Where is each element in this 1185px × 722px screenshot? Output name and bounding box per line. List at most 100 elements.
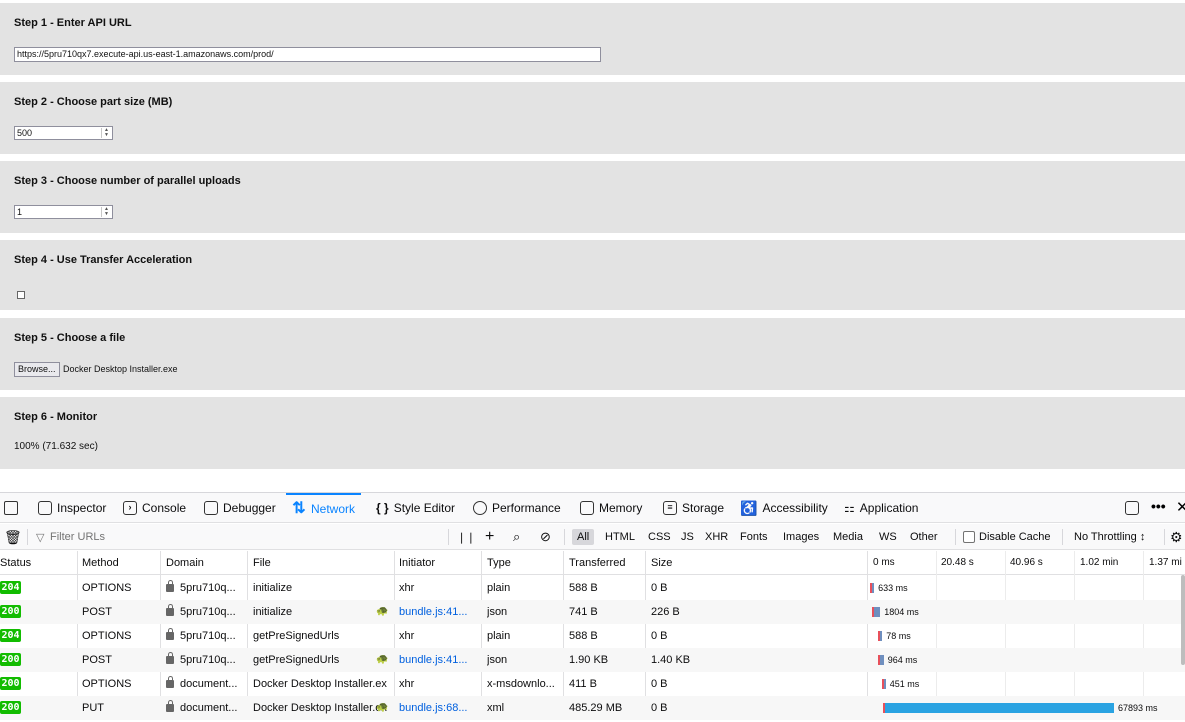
tab-storage[interactable]: ≡ Storage (663, 493, 724, 523)
col-initiator[interactable]: Initiator (399, 551, 435, 575)
tab-network[interactable]: ⇅ Network (286, 493, 362, 523)
plus-icon[interactable]: + (485, 524, 494, 550)
method-cell: POST (82, 654, 112, 666)
element-picker-icon[interactable] (4, 501, 18, 515)
tab-label: Storage (682, 501, 725, 515)
throttling-select[interactable]: No Throttling ↕ (1074, 524, 1145, 550)
initiator-cell[interactable]: bundle.js:41... (399, 600, 479, 624)
devtools-tabbar: Inspector › Console Debugger ⇅ Network {… (0, 493, 1185, 523)
spinner-arrows-icon[interactable]: ▲ ▼ (101, 128, 111, 138)
col-type[interactable]: Type (487, 551, 511, 575)
method-cell: OPTIONS (82, 678, 132, 690)
type-label: JS (681, 531, 694, 543)
tab-debugger[interactable]: Debugger (204, 493, 276, 523)
waterfall-timing-bar (885, 703, 1114, 713)
waterfall-timing-bar (883, 679, 886, 689)
filter-type-html[interactable]: HTML (600, 524, 640, 550)
search-icon[interactable]: ⌕ (513, 524, 520, 550)
filter-icon: ▽ (36, 531, 45, 544)
tab-label: Console (142, 501, 187, 515)
filter-urls-input[interactable]: Filter URLs (50, 524, 440, 550)
initiator-cell[interactable]: bundle.js:41... (399, 648, 479, 672)
size-cell: 226 B (651, 606, 680, 618)
more-options-icon[interactable]: ••• (1151, 498, 1166, 514)
tab-performance[interactable]: Performance (473, 493, 561, 523)
col-domain[interactable]: Domain (166, 551, 204, 575)
step-3-panel: Step 3 - Choose number of parallel uploa… (0, 161, 1185, 233)
method-cell: POST (82, 606, 112, 618)
status-badge: 200 (0, 701, 21, 714)
transfer-acceleration-checkbox[interactable] (17, 291, 25, 299)
tab-label: Application (859, 501, 919, 515)
table-row[interactable]: 204 OPTIONS 5pru710q... initialize xhr plain 5… (0, 576, 1185, 600)
type-cell: json (487, 606, 508, 618)
table-row[interactable]: 200 POST 5pru710q... initialize 🐢 bundle.js:4… (0, 600, 1185, 624)
table-row[interactable]: 200 POST 5pru710q... getPreSignedUrls 🐢 bundl… (0, 648, 1185, 672)
browse-button[interactable]: Browse... (14, 362, 60, 377)
tab-label: Debugger (223, 501, 276, 515)
col-transferred[interactable]: Transferred (569, 551, 625, 575)
spinner-arrows-icon[interactable]: ▲ ▼ (101, 207, 111, 217)
braces-icon: { } (376, 501, 389, 515)
method-cell: OPTIONS (82, 630, 132, 642)
close-icon[interactable]: ✕ (1176, 498, 1185, 516)
tab-memory[interactable]: Memory (580, 493, 642, 523)
file-cell: initialize (253, 606, 293, 618)
pause-icon[interactable]: ❘❘ (457, 524, 475, 550)
type-cell: plain (487, 582, 511, 594)
filter-type-fonts[interactable]: Fonts (735, 524, 773, 550)
filter-type-media[interactable]: Media (828, 524, 868, 550)
trash-icon[interactable]: 🗑 (4, 524, 22, 550)
console-icon: › (123, 501, 137, 515)
tab-console[interactable]: › Console (123, 493, 186, 523)
tab-accessibility[interactable]: ♿ Accessibility (740, 493, 828, 523)
debugger-icon (204, 501, 218, 515)
gear-icon[interactable]: ⚙ (1170, 524, 1183, 550)
type-cell: x-msdownlo... (487, 678, 555, 690)
devtools-panel: Inspector › Console Debugger ⇅ Network {… (0, 492, 1185, 722)
initiator-cell: xhr (399, 630, 415, 642)
status-badge: 200 (0, 605, 21, 618)
part-size-input[interactable]: 500 ▲ ▼ (14, 126, 113, 140)
filter-type-js[interactable]: JS (676, 524, 699, 550)
type-label: XHR (705, 531, 729, 543)
disable-cache-checkbox[interactable]: Disable Cache (963, 524, 1051, 550)
filter-type-css[interactable]: CSS (643, 524, 676, 550)
status-badge: 204 (0, 581, 21, 594)
col-size[interactable]: Size (651, 551, 672, 575)
dock-toggle-icon[interactable] (1125, 501, 1139, 515)
domain-text: document... (180, 678, 238, 690)
network-toolbar: 🗑 ▽ Filter URLs ❘❘ + ⌕ ⊘ All HTML CSS JS… (0, 524, 1185, 550)
file-cell: getPreSignedUrls (253, 630, 340, 642)
table-row[interactable]: 204 OPTIONS 5pru710q... getPreSignedUrls xhr… (0, 624, 1185, 648)
table-row[interactable]: 200 OPTIONS document... Docker Desktop Inst… (0, 672, 1185, 696)
tab-application[interactable]: ⚏ Application (844, 493, 918, 523)
parallel-uploads-input[interactable]: 1 ▲ ▼ (14, 205, 113, 219)
type-label: CSS (648, 531, 671, 543)
initiator-cell: xhr (399, 678, 415, 690)
api-url-input[interactable]: https://5pru710qx7.execute-api.us-east-1… (14, 47, 601, 62)
tab-inspector[interactable]: Inspector (38, 493, 106, 523)
col-file[interactable]: File (253, 551, 271, 575)
domain-cell: 5pru710q... (166, 648, 246, 672)
filter-type-xhr[interactable]: XHR (700, 524, 733, 550)
col-status[interactable]: Status (0, 551, 31, 575)
col-method[interactable]: Method (82, 551, 119, 575)
waterfall-timing-label: 964 ms (887, 655, 918, 665)
scrollbar[interactable] (1181, 575, 1185, 665)
size-cell: 0 B (651, 702, 668, 714)
domain-cell: 5pru710q... (166, 624, 246, 648)
initiator-cell[interactable]: bundle.js:68... (399, 696, 479, 720)
filter-type-all[interactable]: All (572, 524, 595, 550)
inspector-icon (38, 501, 52, 515)
table-row[interactable]: 200 PUT document... Docker Desktop Installe… (0, 696, 1185, 720)
filter-type-ws[interactable]: WS (874, 524, 902, 550)
network-arrows-icon: ⇅ (292, 500, 306, 517)
step-title: Step 6 - Monitor (14, 411, 98, 423)
step-title: Step 1 - Enter API URL (14, 17, 132, 29)
filter-type-other[interactable]: Other (905, 524, 943, 550)
domain-cell: document... (166, 696, 246, 720)
block-icon[interactable]: ⊘ (540, 524, 551, 550)
tab-style-editor[interactable]: { } Style Editor (376, 493, 455, 523)
filter-type-images[interactable]: Images (778, 524, 824, 550)
